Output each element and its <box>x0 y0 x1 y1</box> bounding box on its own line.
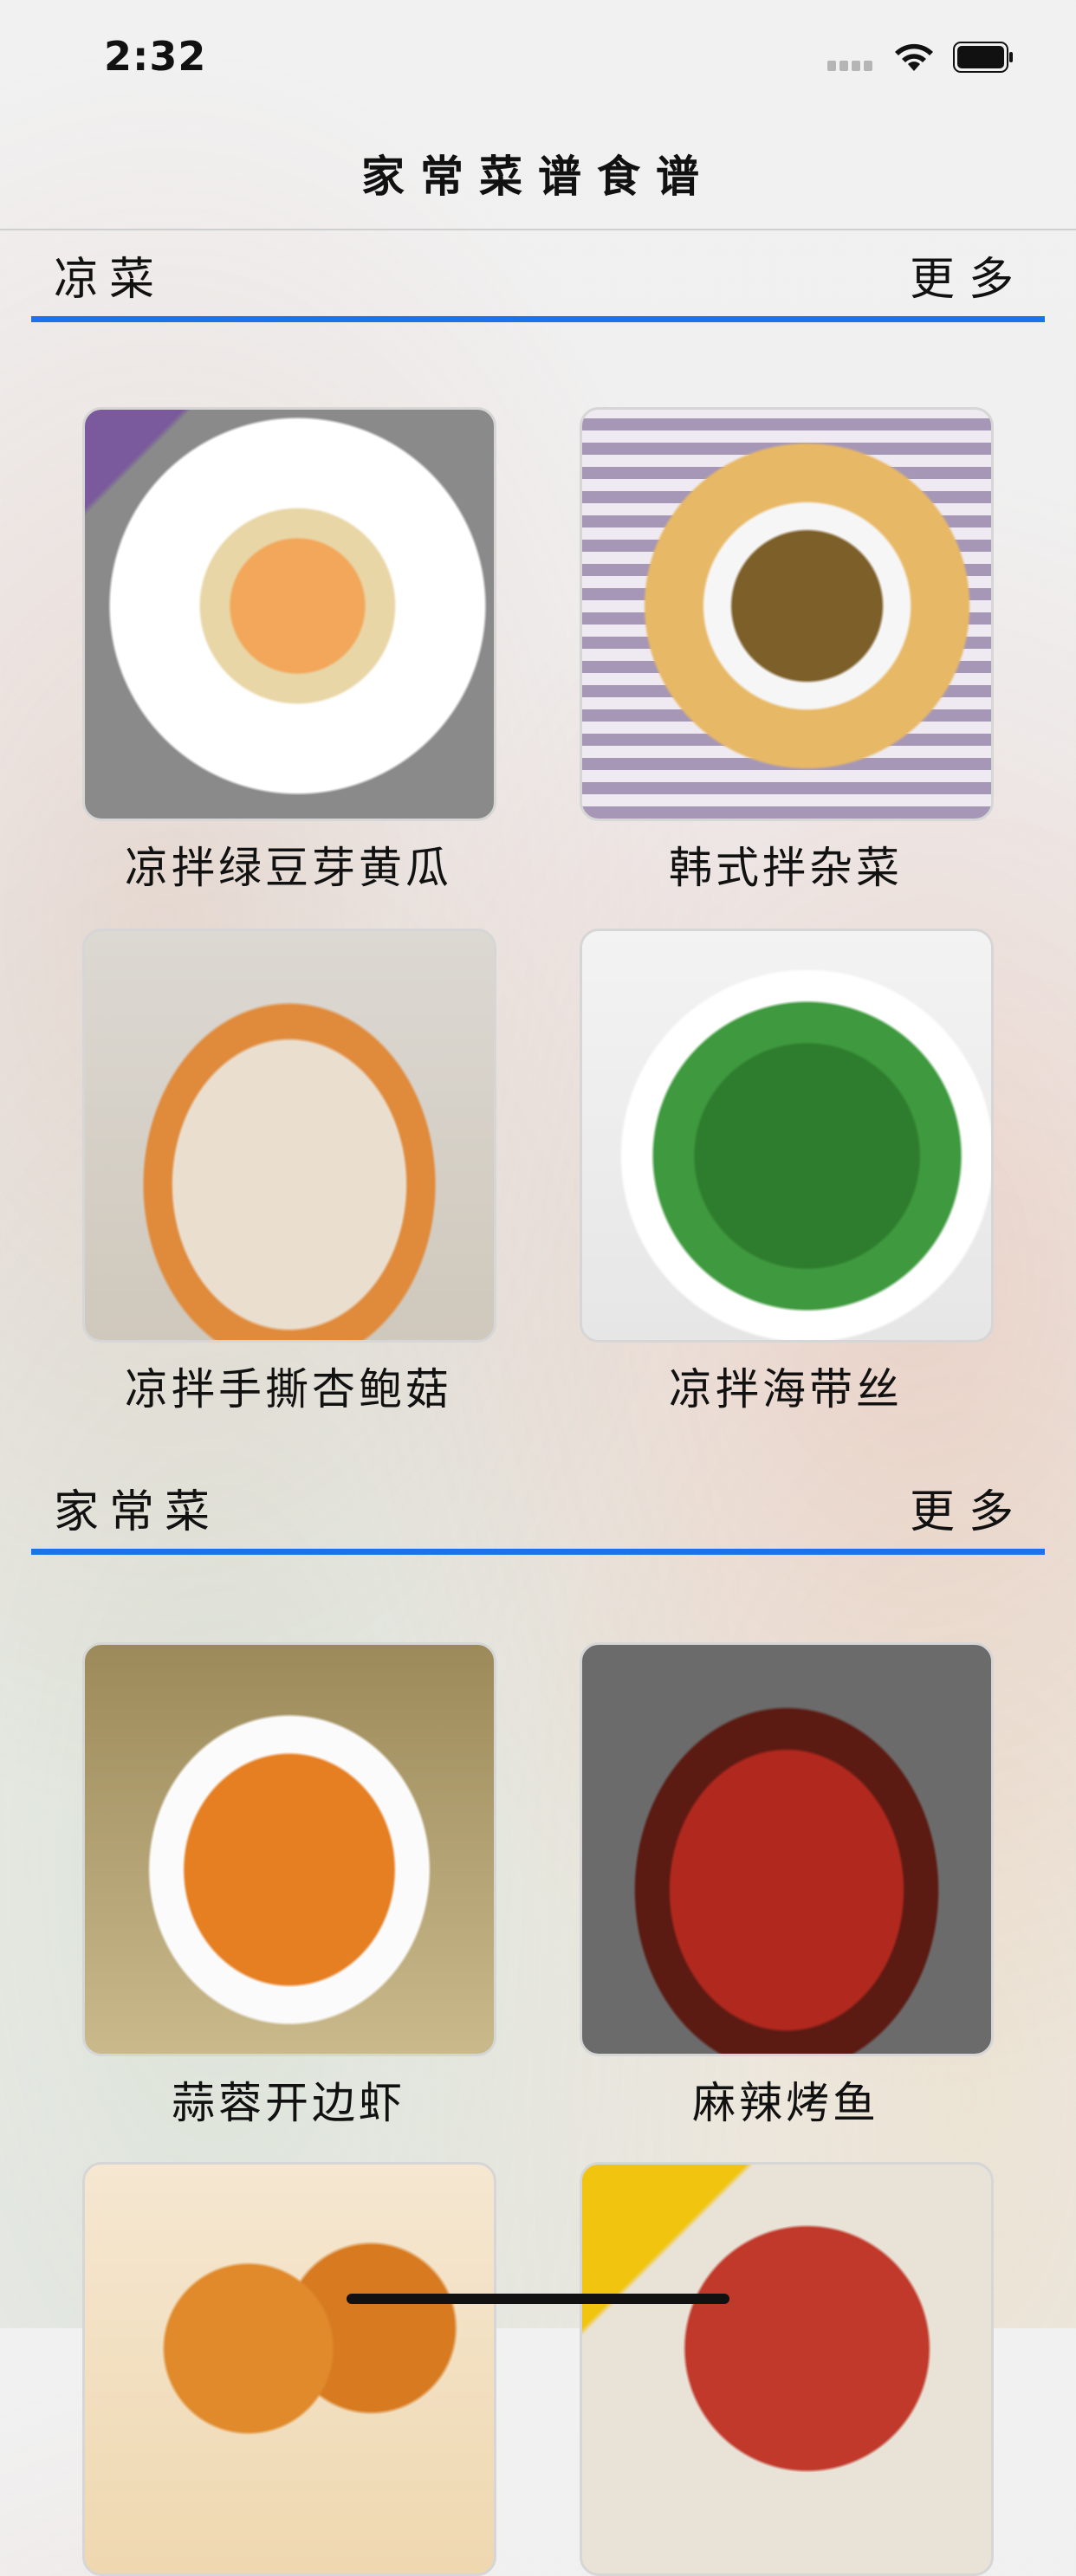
more-link-home-dishes[interactable]: 更多 <box>910 1475 1027 1540</box>
recipe-image[interactable] <box>580 407 994 821</box>
section-header-cold-dishes: 凉菜 更多 <box>31 236 1045 322</box>
home-indicator[interactable] <box>347 2294 729 2304</box>
section-title: 家常菜 <box>54 1486 221 1538</box>
recipe-image[interactable] <box>580 1642 994 2056</box>
navigation-bar: 家常菜谱食谱 <box>0 114 1076 230</box>
recipe-image[interactable] <box>82 1642 496 2056</box>
recipe-image[interactable] <box>82 2162 496 2576</box>
cellular-signal-icon <box>827 61 878 71</box>
recipe-image[interactable] <box>580 2162 994 2576</box>
recipe-name: 蒜蓉开边虾 <box>172 2078 405 2128</box>
recipe-image[interactable] <box>580 929 994 1343</box>
recipe-image[interactable] <box>82 929 496 1343</box>
wifi-icon <box>895 43 933 71</box>
recipe-name: 凉拌绿豆芽黄瓜 <box>125 843 452 893</box>
recipe-name: 韩式拌杂菜 <box>669 843 903 893</box>
status-time: 2:32 <box>104 33 207 80</box>
section-divider <box>31 316 1045 322</box>
more-link-cold-dishes[interactable]: 更多 <box>910 243 1027 307</box>
status-bar: 2:32 <box>0 0 1076 114</box>
recipe-image[interactable] <box>82 407 496 821</box>
recipe-name: 凉拌手撕杏鲍菇 <box>125 1364 452 1414</box>
section-title: 凉菜 <box>54 254 165 306</box>
battery-icon <box>953 42 1013 73</box>
page-title: 家常菜谱食谱 <box>361 152 715 202</box>
section-divider <box>31 1549 1045 1555</box>
section-header-home-dishes: 家常菜 更多 <box>31 1468 1045 1555</box>
recipe-name: 凉拌海带丝 <box>669 1364 903 1414</box>
recipe-name: 麻辣烤鱼 <box>692 2078 879 2128</box>
